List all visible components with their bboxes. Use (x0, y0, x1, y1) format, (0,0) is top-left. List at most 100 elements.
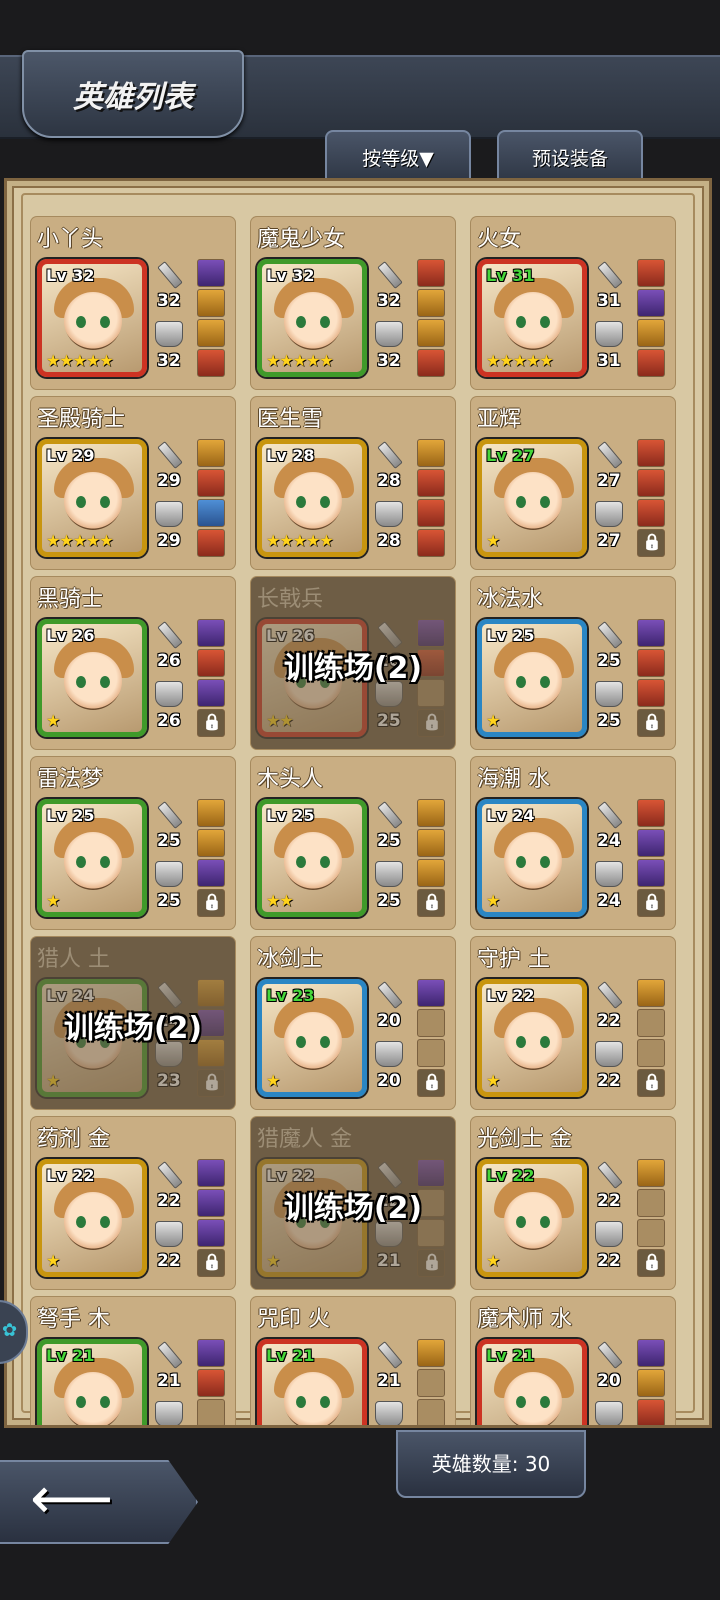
equipment-slot[interactable] (637, 1189, 665, 1217)
equipment-slot[interactable] (637, 649, 665, 677)
equipment-slot[interactable] (637, 1159, 665, 1187)
hero-portrait[interactable]: Lv 25 ★ (37, 799, 147, 917)
hero-portrait[interactable]: Lv 32 ★★★★★ (257, 259, 367, 377)
locked-slot-icon[interactable] (417, 709, 445, 737)
hero-portrait[interactable]: Lv 27 ★ (477, 439, 587, 557)
equipment-slot[interactable] (197, 1219, 225, 1247)
preset-equipment-button[interactable]: 预设装备 (497, 130, 643, 182)
equipment-slot[interactable] (417, 829, 445, 857)
equipment-slot[interactable] (197, 1369, 225, 1397)
equipment-slot[interactable] (197, 1189, 225, 1217)
hero-card[interactable]: 咒印 火 Lv 21 21 (251, 1297, 455, 1425)
locked-slot-icon[interactable] (417, 889, 445, 917)
hero-card[interactable]: 药剂 金 Lv 22 ★ 22 22 (31, 1117, 235, 1289)
locked-slot-icon[interactable] (417, 1249, 445, 1277)
hero-card[interactable]: 木头人 Lv 25 ★★ 25 25 (251, 757, 455, 929)
locked-slot-icon[interactable] (197, 889, 225, 917)
equipment-slot[interactable] (417, 289, 445, 317)
equipment-slot[interactable] (637, 349, 665, 377)
equipment-slot[interactable] (197, 1339, 225, 1367)
sort-by-level-button[interactable]: 按等级▼ (325, 130, 471, 182)
hero-portrait[interactable]: Lv 21 (37, 1339, 147, 1425)
hero-portrait[interactable]: Lv 25 ★ (477, 619, 587, 737)
back-button[interactable]: ⟵ (0, 1460, 198, 1544)
equipment-slot[interactable] (417, 1339, 445, 1367)
hero-portrait[interactable]: Lv 26 ★ (37, 619, 147, 737)
equipment-slot[interactable] (417, 1399, 445, 1425)
equipment-slot[interactable] (637, 1039, 665, 1067)
equipment-slot[interactable] (417, 349, 445, 377)
hero-portrait[interactable]: Lv 28 ★★★★★ (257, 439, 367, 557)
hero-card[interactable]: 冰法水 Lv 25 ★ 25 25 (471, 577, 675, 749)
hero-card[interactable]: 猎人 土 Lv 24 ★ 24 23 训练场(2) (31, 937, 235, 1109)
equipment-slot[interactable] (417, 1009, 445, 1037)
equipment-slot[interactable] (197, 859, 225, 887)
hero-portrait[interactable]: Lv 32 ★★★★★ (37, 259, 147, 377)
hero-card[interactable]: 亚辉 Lv 27 ★ 27 27 (471, 397, 675, 569)
hero-portrait[interactable]: Lv 31 ★★★★★ (477, 259, 587, 377)
equipment-slot[interactable] (637, 499, 665, 527)
equipment-slot[interactable] (637, 1009, 665, 1037)
hero-card[interactable]: 猎魔人 金 Lv 22 ★ 22 21 训练场(2) (251, 1117, 455, 1289)
hero-card[interactable]: 守护 土 Lv 22 ★ 22 22 (471, 937, 675, 1109)
hero-portrait[interactable]: Lv 29 ★★★★★ (37, 439, 147, 557)
locked-slot-icon[interactable] (197, 1249, 225, 1277)
equipment-slot[interactable] (417, 859, 445, 887)
hero-card[interactable]: 长戟兵 Lv 26 ★★ 26 25 训练场(2) (251, 577, 455, 749)
equipment-slot[interactable] (197, 259, 225, 287)
hero-card[interactable]: 黑骑士 Lv 26 ★ 26 26 (31, 577, 235, 749)
hero-card[interactable]: 雷法梦 Lv 25 ★ 25 25 (31, 757, 235, 929)
equipment-slot[interactable] (637, 469, 665, 497)
equipment-slot[interactable] (197, 679, 225, 707)
equipment-slot[interactable] (417, 319, 445, 347)
equipment-slot[interactable] (637, 619, 665, 647)
equipment-slot[interactable] (637, 1369, 665, 1397)
equipment-slot[interactable] (417, 529, 445, 557)
hero-portrait[interactable]: Lv 25 ★★ (257, 799, 367, 917)
equipment-slot[interactable] (417, 1369, 445, 1397)
equipment-slot[interactable] (197, 1159, 225, 1187)
hero-card[interactable]: 火女 Lv 31 ★★★★★ 31 31 (471, 217, 675, 389)
hero-card[interactable]: 圣殿骑士 Lv 29 ★★★★★ 29 29 (31, 397, 235, 569)
equipment-slot[interactable] (637, 1339, 665, 1367)
equipment-slot[interactable] (197, 529, 225, 557)
hero-card[interactable]: 魔鬼少女 Lv 32 ★★★★★ 32 32 (251, 217, 455, 389)
equipment-slot[interactable] (637, 1219, 665, 1247)
equipment-slot[interactable] (637, 259, 665, 287)
equipment-slot[interactable] (197, 469, 225, 497)
hero-portrait[interactable]: Lv 22 ★ (37, 1159, 147, 1277)
equipment-slot[interactable] (197, 829, 225, 857)
locked-slot-icon[interactable] (637, 529, 665, 557)
equipment-slot[interactable] (637, 979, 665, 1007)
hero-portrait[interactable]: Lv 24 ★ (477, 799, 587, 917)
equipment-slot[interactable] (637, 289, 665, 317)
equipment-slot[interactable] (417, 979, 445, 1007)
equipment-slot[interactable] (637, 439, 665, 467)
hero-portrait[interactable]: Lv 22 ★ (477, 1159, 587, 1277)
equipment-slot[interactable] (197, 619, 225, 647)
equipment-slot[interactable] (417, 799, 445, 827)
locked-slot-icon[interactable] (637, 1249, 665, 1277)
equipment-slot[interactable] (197, 1399, 225, 1425)
equipment-slot[interactable] (637, 319, 665, 347)
equipment-slot[interactable] (417, 1039, 445, 1067)
equipment-slot[interactable] (637, 829, 665, 857)
locked-slot-icon[interactable] (197, 1069, 225, 1097)
hero-card[interactable]: 冰剑士 Lv 23 ★ 20 20 (251, 937, 455, 1109)
equipment-slot[interactable] (197, 319, 225, 347)
locked-slot-icon[interactable] (637, 709, 665, 737)
equipment-slot[interactable] (417, 469, 445, 497)
equipment-slot[interactable] (197, 349, 225, 377)
hero-portrait[interactable]: Lv 23 ★ (257, 979, 367, 1097)
equipment-slot[interactable] (417, 499, 445, 527)
equipment-slot[interactable] (197, 439, 225, 467)
equipment-slot[interactable] (197, 499, 225, 527)
hero-portrait[interactable]: Lv 22 ★ (477, 979, 587, 1097)
hero-card[interactable]: 光剑士 金 Lv 22 ★ 22 22 (471, 1117, 675, 1289)
hero-card[interactable]: 弩手 木 Lv 21 21 (31, 1297, 235, 1425)
equipment-slot[interactable] (637, 859, 665, 887)
hero-card[interactable]: 小丫头 Lv 32 ★★★★★ 32 32 (31, 217, 235, 389)
hero-card[interactable]: 魔术师 水 Lv 21 20 (471, 1297, 675, 1425)
equipment-slot[interactable] (197, 649, 225, 677)
locked-slot-icon[interactable] (197, 709, 225, 737)
